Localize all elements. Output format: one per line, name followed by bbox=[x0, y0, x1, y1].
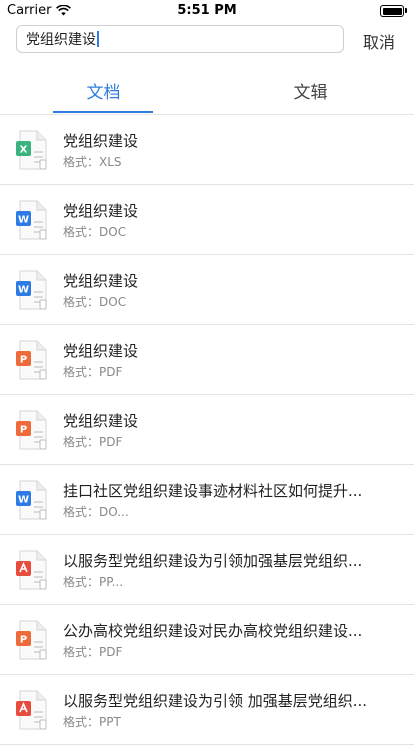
active-tab-indicator bbox=[53, 111, 153, 113]
tab-bar: 文档 文辑 bbox=[0, 66, 414, 115]
tab-documents[interactable]: 文档 bbox=[0, 78, 207, 103]
result-item[interactable]: W 党组织建设格式：DOC bbox=[0, 255, 414, 325]
result-format: 格式：PPT bbox=[63, 713, 121, 730]
result-item[interactable]: P 公办高校党组织建设对民办高校党组织建设... 格式：PDF bbox=[0, 605, 414, 675]
tab-collections[interactable]: 文辑 bbox=[207, 78, 414, 103]
result-title: 党组织建设 bbox=[63, 272, 139, 290]
result-title: 党组织建设 bbox=[63, 342, 139, 360]
result-item[interactable]: X 党组织建设格式：XLS bbox=[0, 115, 414, 185]
format-value: PDF bbox=[99, 435, 123, 449]
format-value: PP... bbox=[99, 575, 124, 589]
format-value: DOC bbox=[99, 225, 127, 239]
result-list: X 党组织建设 格式：XLS W 党组织建设 格式：DOC W 党组织建设 格式：DOC P 党组织… bbox=[0, 115, 414, 745]
result-title: 党组织建设 bbox=[63, 202, 139, 220]
format-value: XLS bbox=[99, 155, 122, 169]
text-caret bbox=[97, 31, 99, 47]
format-value: PDF bbox=[99, 645, 123, 659]
result-item[interactable]: W 挂口社区党组织建设事迹材料社区如何提升... 格式：DO... bbox=[0, 465, 414, 535]
result-item[interactable]: W 党组织建设格式：DOC bbox=[0, 185, 414, 255]
svg-text:P: P bbox=[20, 635, 27, 646]
result-title: 以服务型党组织建设为引领加强基层党组织... bbox=[63, 552, 363, 570]
result-title: 挂口社区党组织建设事迹材料社区如何提升... bbox=[63, 482, 363, 500]
result-format: 格式：PDF bbox=[63, 363, 122, 380]
format-value: PPT bbox=[99, 715, 121, 729]
cancel-button[interactable]: 取消 bbox=[363, 29, 395, 53]
doc-file-icon: W bbox=[16, 270, 48, 310]
format-label: 格式： bbox=[63, 715, 100, 729]
format-value: DO... bbox=[99, 505, 129, 519]
result-format: 格式：DO... bbox=[63, 503, 129, 520]
format-label: 格式： bbox=[63, 505, 100, 519]
svg-text:W: W bbox=[18, 285, 29, 296]
result-title: 公办高校党组织建设对民办高校党组织建设... bbox=[63, 622, 363, 640]
format-value: PDF bbox=[99, 365, 123, 379]
ppt-file-icon: P bbox=[16, 410, 48, 450]
pdf-file-icon bbox=[16, 690, 48, 730]
format-label: 格式： bbox=[63, 155, 100, 169]
result-title: 以服务型党组织建设为引领 加强基层党组织... bbox=[63, 692, 368, 710]
result-title: 党组织建设 bbox=[63, 412, 139, 430]
doc-file-icon: W bbox=[16, 200, 48, 240]
result-item[interactable]: P 党组织建设格式：PDF bbox=[0, 325, 414, 395]
ppt-file-icon: P bbox=[16, 340, 48, 380]
svg-text:P: P bbox=[20, 355, 27, 366]
result-format: 格式：XLS bbox=[63, 153, 122, 170]
status-bar: Carrier 5:51 PM bbox=[0, 0, 414, 22]
format-label: 格式： bbox=[63, 435, 100, 449]
clock: 5:51 PM bbox=[177, 3, 237, 18]
search-input[interactable]: 党组织建设 bbox=[16, 25, 344, 53]
result-format: 格式：DOC bbox=[63, 293, 126, 310]
format-label: 格式： bbox=[63, 295, 100, 309]
format-label: 格式： bbox=[63, 575, 100, 589]
svg-text:W: W bbox=[18, 215, 29, 226]
result-format: 格式：PDF bbox=[63, 643, 122, 660]
search-input-value: 党组织建设 bbox=[26, 32, 96, 48]
pdf-file-icon bbox=[16, 550, 48, 590]
result-item[interactable]: 以服务型党组织建设为引领加强基层党组织... 格式：PP... bbox=[0, 535, 414, 605]
battery-icon bbox=[380, 5, 407, 17]
format-label: 格式： bbox=[63, 365, 100, 379]
xls-file-icon: X bbox=[16, 130, 48, 170]
result-item[interactable]: P 党组织建设格式：PDF bbox=[0, 395, 414, 465]
result-title: 党组织建设 bbox=[63, 132, 139, 150]
result-format: 格式：DOC bbox=[63, 223, 126, 240]
result-format: 格式：PDF bbox=[63, 433, 122, 450]
result-format: 格式：PP... bbox=[63, 573, 123, 590]
doc-file-icon: W bbox=[16, 480, 48, 520]
ppt-file-icon: P bbox=[16, 620, 48, 660]
svg-text:P: P bbox=[20, 425, 27, 436]
svg-text:W: W bbox=[18, 495, 29, 506]
format-label: 格式： bbox=[63, 225, 100, 239]
result-item[interactable]: 以服务型党组织建设为引领 加强基层党组织... 格式：PPT bbox=[0, 675, 414, 745]
format-value: DOC bbox=[99, 295, 127, 309]
svg-text:X: X bbox=[20, 145, 28, 156]
format-label: 格式： bbox=[63, 645, 100, 659]
